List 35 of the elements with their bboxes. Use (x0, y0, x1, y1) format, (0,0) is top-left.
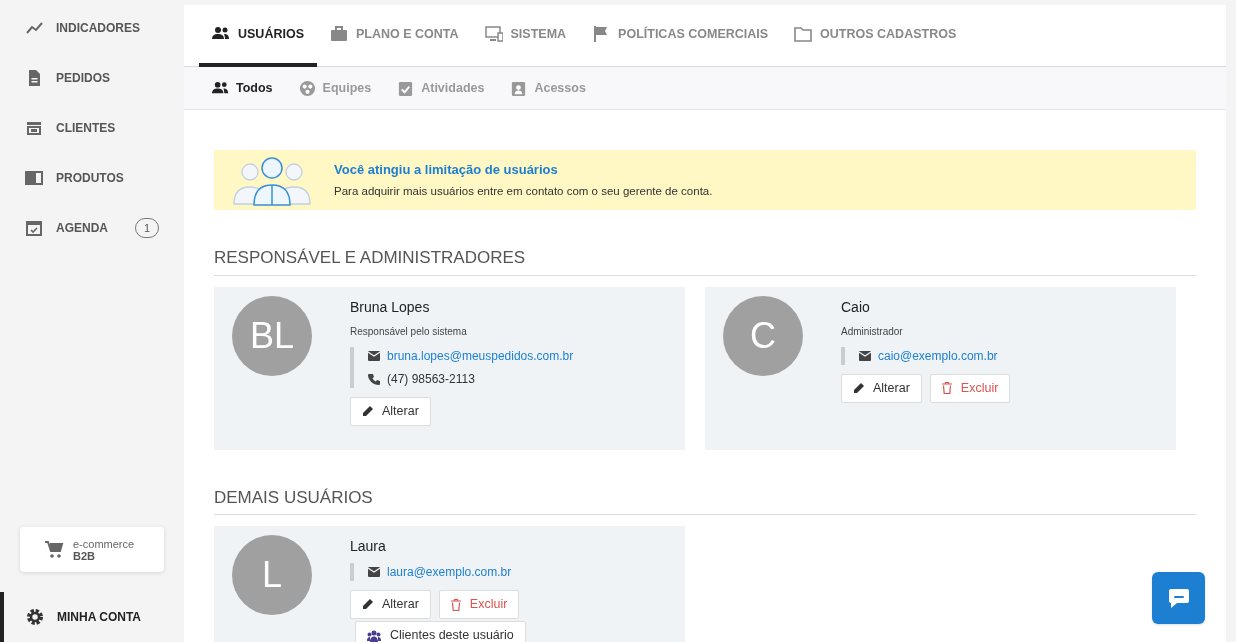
section-heading: RESPONSÁVEL E ADMINISTRADORES (214, 245, 1196, 276)
store-type: e-commerce (73, 537, 135, 550)
section-heading: DEMAIS USUÁRIOS (214, 484, 1196, 515)
user-name: Bruna Lopes (350, 297, 431, 317)
edit-button[interactable]: Alterar (350, 396, 431, 426)
email-link[interactable]: caio@exemplo.com.br (878, 346, 998, 365)
sidebar-item[interactable]: AGENDA 1 (0, 203, 184, 253)
clients-button[interactable]: Clientes deste usuário (355, 621, 526, 642)
avatar: L (232, 535, 312, 615)
phone-number: (47) 98563-2113 (387, 370, 475, 388)
user-role: Administrador (841, 324, 904, 339)
email-link[interactable]: bruna.lopes@meuspedidos.com.br (387, 346, 574, 365)
section-tab[interactable]: POLÍTICAS COMERCIAIS (579, 5, 782, 67)
sidebar-item[interactable]: CLIENTES (0, 103, 184, 153)
store-mode: B2B (73, 549, 96, 562)
edit-button[interactable]: Alterar (841, 373, 922, 403)
sidebar-item[interactable]: PRODUTOS (0, 153, 184, 203)
section-tab[interactable]: SISTEMA (471, 5, 580, 67)
email-link[interactable]: laura@exemplo.com.br (387, 563, 512, 581)
notice-title: Você atingiu a limitação de usuários (334, 161, 559, 180)
section-tab[interactable]: PLANO E CONTA (317, 5, 472, 67)
avatar: BL (232, 295, 312, 376)
avatar: C (723, 295, 803, 376)
filter-tab[interactable]: Todos (199, 67, 286, 109)
delete-button[interactable]: Excluir (929, 373, 1011, 403)
edit-button[interactable]: Alterar (350, 590, 431, 619)
store-card[interactable]: e-commerce B2B (20, 527, 164, 572)
user-name: Caio (841, 297, 871, 317)
user-name: Laura (350, 537, 387, 556)
notice-text: Para adquirir mais usuários entre em contato com o seu gerente de conta. (334, 183, 713, 199)
user-role: Responsável pelo sistema (350, 324, 468, 339)
sidebar-item[interactable]: PEDIDOS (0, 53, 184, 103)
sidebar-item[interactable]: INDICADORES (0, 3, 184, 53)
section-tab[interactable]: OUTROS CADASTROS (781, 5, 970, 67)
delete-button[interactable]: Excluir (438, 590, 520, 619)
